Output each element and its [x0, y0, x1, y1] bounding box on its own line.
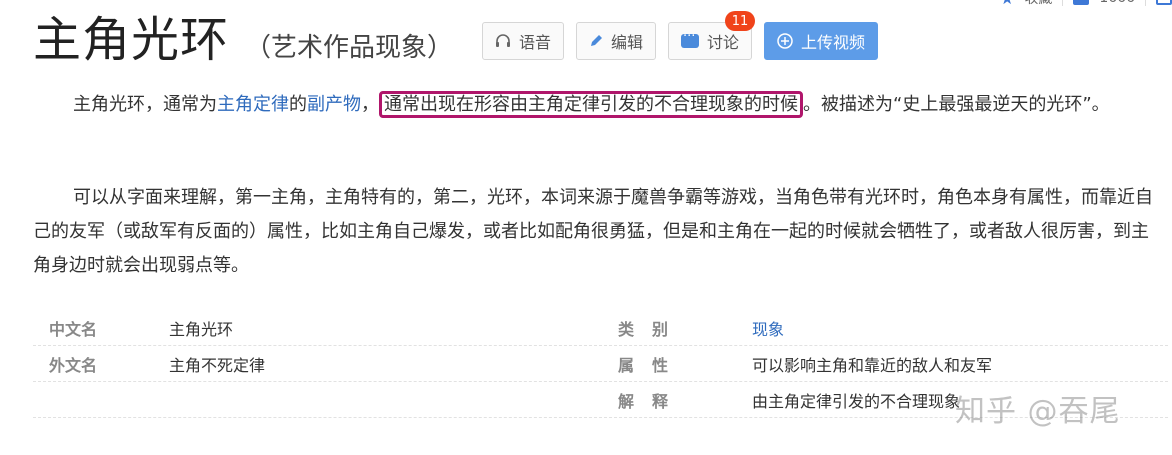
voice-button[interactable]: 语音: [482, 22, 565, 60]
like-count: 1666: [1099, 0, 1135, 6]
edit-button[interactable]: 编辑: [576, 22, 657, 60]
info-key: 中文名: [49, 319, 98, 339]
page-header: 主角光环 （艺术作品现象）: [33, 10, 453, 70]
headphones-icon: [495, 34, 511, 48]
info-value: 可以影响主角和靠近的敌人和友军: [752, 355, 993, 375]
info-value-cell: 现象: [752, 316, 1168, 340]
favorite-label[interactable]: 收藏: [1024, 0, 1052, 8]
info-key: 外文名: [49, 355, 98, 375]
info-value: 主角不死定律: [169, 355, 266, 375]
upload-video-button[interactable]: 上传视频: [764, 22, 879, 60]
discuss-count-badge: 11: [725, 11, 756, 31]
divider: [1145, 0, 1146, 6]
info-key: 属性: [618, 355, 687, 375]
intro-text-3: ，: [361, 94, 379, 115]
chat-icon: [681, 29, 700, 48]
link-byproduct[interactable]: 副产物: [307, 94, 361, 115]
info-key: 类别: [618, 319, 687, 339]
info-row: 外文名 主角不死定律 属性 可以影响主角和靠近的敌人和友军: [33, 346, 1168, 382]
top-actions: ★ 收藏 1666: [1000, 0, 1172, 8]
pencil-icon: [589, 34, 603, 48]
category-link[interactable]: 现象: [752, 320, 784, 339]
intro-text-1: 主角光环，通常为: [73, 94, 217, 115]
divider: [1062, 0, 1064, 6]
discuss-button[interactable]: 讨论 11: [668, 11, 756, 60]
discuss-label: 讨论: [707, 33, 740, 52]
info-row: 中文名 主角光环 类别 现象: [33, 310, 1168, 346]
upload-video-label: 上传视频: [801, 33, 866, 52]
page-subtitle: （艺术作品现象）: [245, 33, 454, 63]
intro-paragraph: 主角光环，通常为主角定律的副产物， 通常出现在形容由主角定律引发的不合理现象的时候…: [33, 88, 1163, 122]
action-buttons: 语音 编辑 讨论 11 上传视频: [482, 11, 879, 60]
edit-label: 编辑: [611, 33, 644, 52]
explanation-paragraph: 可以从字面来理解，第一主角，主角特有的，第二，光环，本词来源于魔兽争霸等游戏，当…: [33, 187, 1153, 276]
info-key: 解释: [618, 391, 687, 411]
plus-circle-icon: [777, 33, 793, 49]
share-icon[interactable]: [1156, 0, 1172, 5]
thumbs-up-icon[interactable]: [1073, 0, 1090, 5]
page-title: 主角光环: [33, 12, 230, 68]
intro-text-4: 。被描述为“史上最强最逆天的光环”。: [803, 94, 1110, 115]
info-value: 主角光环: [169, 319, 234, 339]
link-protagonist-law[interactable]: 主角定律: [217, 94, 289, 115]
highlighted-sentence: 通常出现在形容由主角定律引发的不合理现象的时候: [379, 91, 803, 118]
voice-label: 语音: [519, 33, 552, 52]
watermark: 知乎 @吞尾: [955, 394, 1121, 429]
intro-text-2: 的: [289, 94, 307, 115]
star-icon[interactable]: ★: [1000, 0, 1014, 8]
